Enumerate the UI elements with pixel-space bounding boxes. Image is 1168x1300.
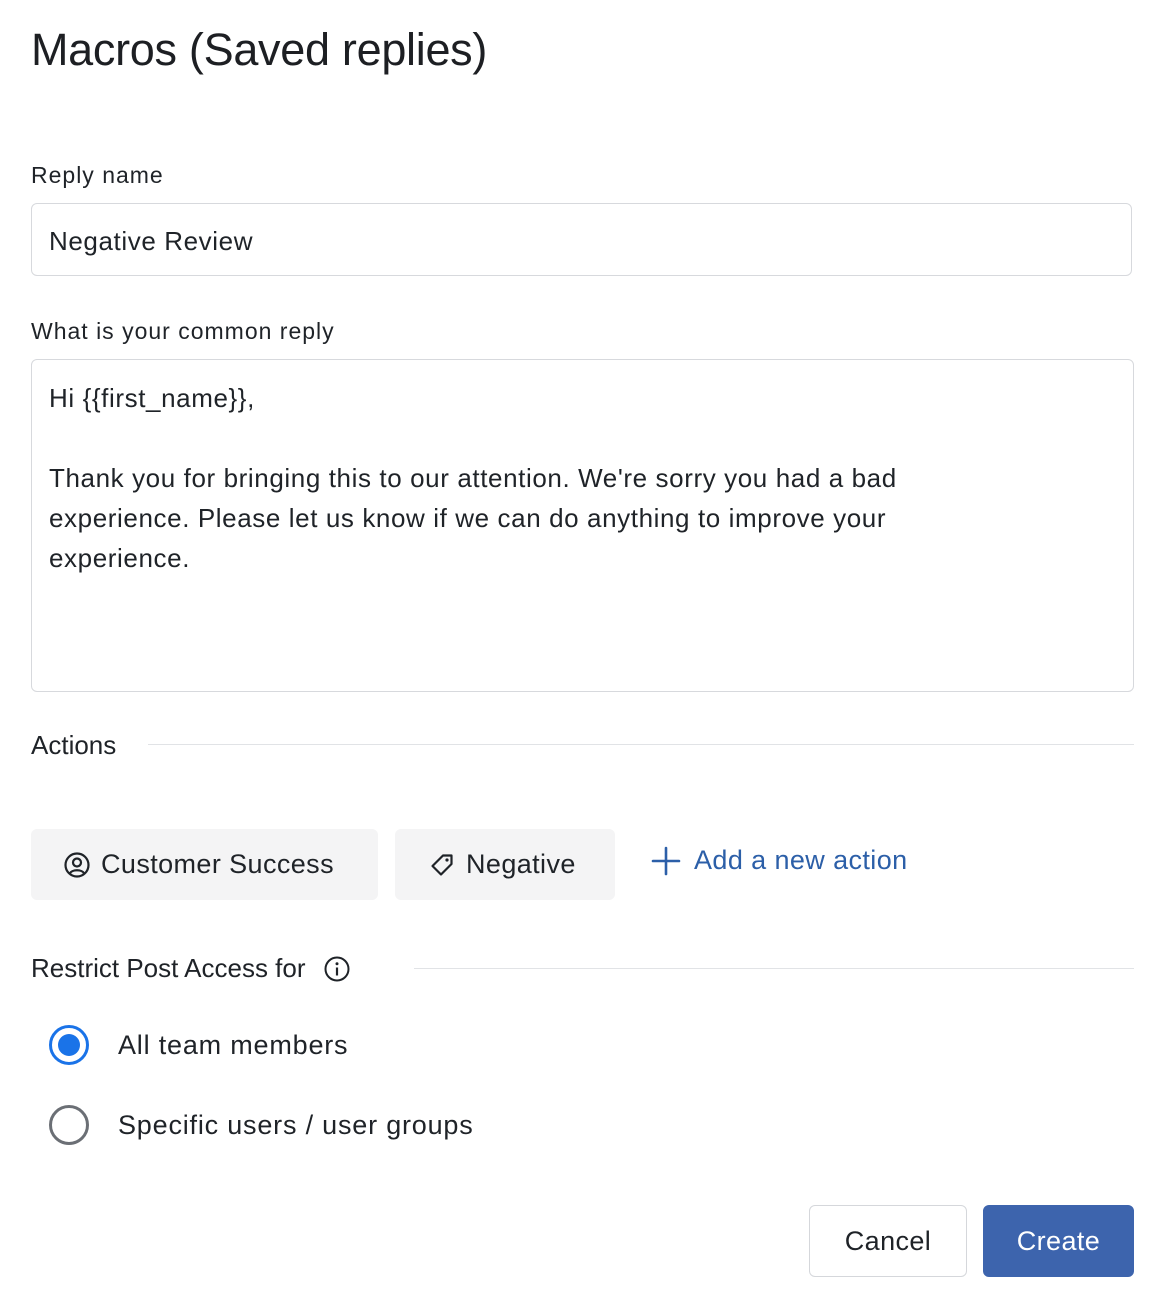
restrict-heading: Restrict Post Access for: [31, 953, 350, 984]
plus-icon: [651, 846, 681, 875]
reply-name-value: Negative Review: [49, 226, 254, 256]
reply-name-input[interactable]: Negative Review: [31, 203, 1132, 276]
action-chip-customer-success[interactable]: Customer Success: [31, 829, 378, 900]
create-button[interactable]: Create: [983, 1205, 1134, 1277]
user-circle-icon: [64, 851, 90, 878]
reply-text-line: experience.: [49, 543, 191, 573]
radio-label: Specific users / user groups: [118, 1109, 474, 1140]
add-action-label: Add a new action: [694, 845, 908, 875]
reply-text-line: Hi {{first_name}},: [49, 383, 255, 413]
reply-text-line: Thank you for bringing this to our atten…: [49, 463, 897, 493]
radio-unselected-icon[interactable]: [48, 1104, 90, 1146]
reply-text-line: experience. Please let us know if we can…: [49, 503, 887, 533]
cancel-button[interactable]: Cancel: [809, 1205, 967, 1277]
radio-option-specific-users[interactable]: Specific users / user groups: [48, 1104, 474, 1146]
page-title: Macros (Saved replies): [31, 24, 488, 75]
common-reply-textarea[interactable]: Hi {{first_name}}, Thank you for bringin…: [31, 359, 1134, 692]
radio-label: All team members: [118, 1029, 349, 1060]
restrict-heading-label: Restrict Post Access for: [31, 953, 306, 983]
action-chip-label: Customer Success: [101, 849, 334, 879]
info-icon[interactable]: [324, 956, 350, 982]
restrict-divider: [414, 968, 1134, 969]
tag-icon: [431, 853, 453, 876]
radio-option-all-team-members[interactable]: All team members: [48, 1024, 348, 1066]
actions-heading: Actions: [31, 730, 117, 760]
reply-name-label: Reply name: [31, 162, 164, 188]
actions-divider: [148, 744, 1134, 745]
action-chip-negative[interactable]: Negative: [395, 829, 615, 900]
action-chip-label: Negative: [466, 849, 576, 879]
add-action-button[interactable]: Add a new action: [651, 845, 908, 876]
common-reply-label: What is your common reply: [31, 318, 335, 344]
radio-selected-icon[interactable]: [48, 1024, 90, 1066]
